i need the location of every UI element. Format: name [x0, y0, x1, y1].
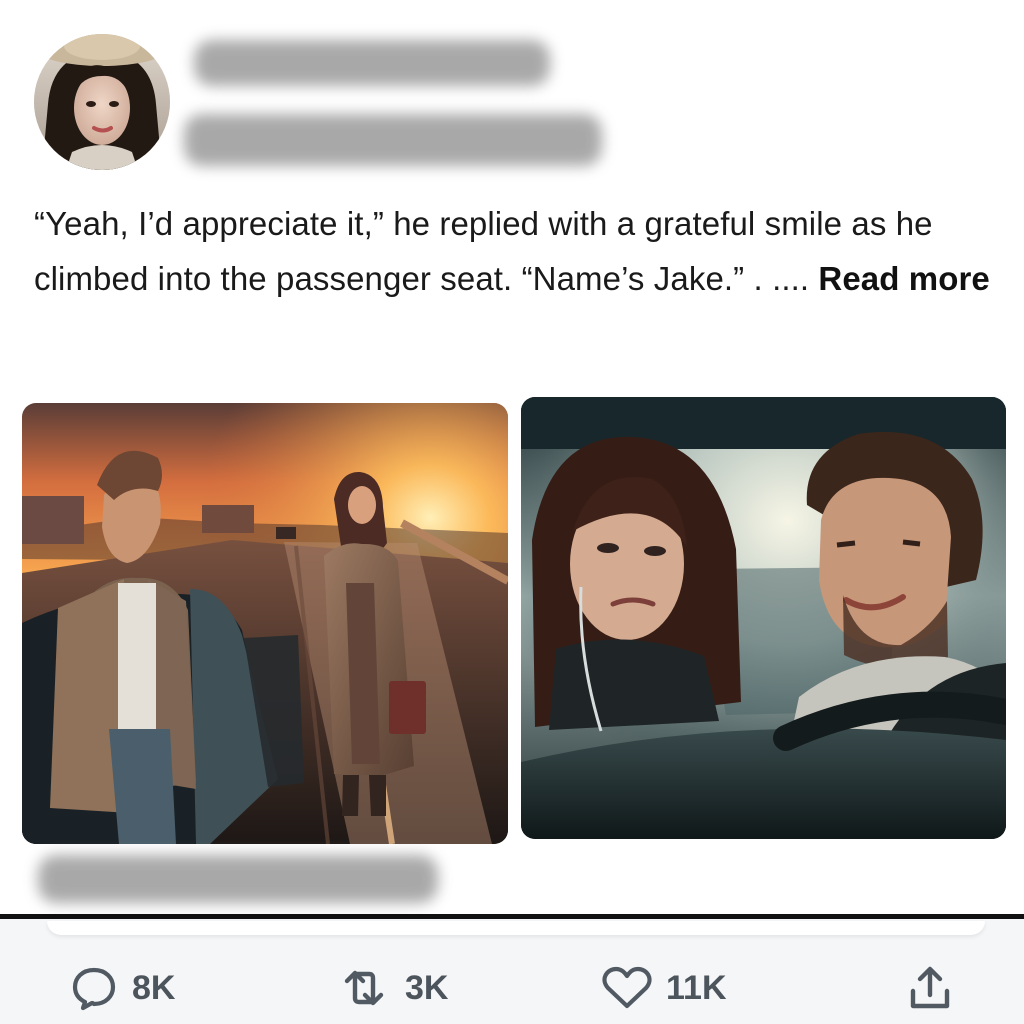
reply-count: 8K	[132, 968, 176, 1007]
post-text: “Yeah, I’d appreciate it,” he replied wi…	[34, 196, 994, 306]
redacted-handle	[184, 114, 602, 166]
repost-count: 3K	[405, 968, 449, 1007]
repost-icon	[337, 966, 391, 1010]
redacted-footer-text	[38, 855, 438, 903]
post-image-roadside[interactable]	[22, 403, 508, 844]
comment-icon	[70, 965, 118, 1011]
profile-photo	[34, 34, 170, 170]
read-more-link[interactable]: Read more	[818, 260, 989, 297]
roadside-sunset-illustration	[22, 403, 508, 844]
post-body: “Yeah, I’d appreciate it,” he replied wi…	[34, 205, 933, 297]
like-button[interactable]: 11K	[602, 962, 727, 1014]
heart-icon	[602, 965, 652, 1011]
card-bottom-edge	[47, 921, 985, 935]
repost-button[interactable]: 3K	[337, 962, 448, 1014]
car-interior-illustration	[521, 397, 1006, 839]
share-button[interactable]	[905, 962, 955, 1014]
avatar[interactable]	[34, 34, 170, 170]
share-icon	[905, 964, 955, 1012]
reply-button[interactable]: 8K	[70, 962, 175, 1014]
redacted-name	[194, 40, 550, 86]
post-image-car-interior[interactable]	[521, 397, 1006, 839]
like-count: 11K	[666, 968, 727, 1007]
